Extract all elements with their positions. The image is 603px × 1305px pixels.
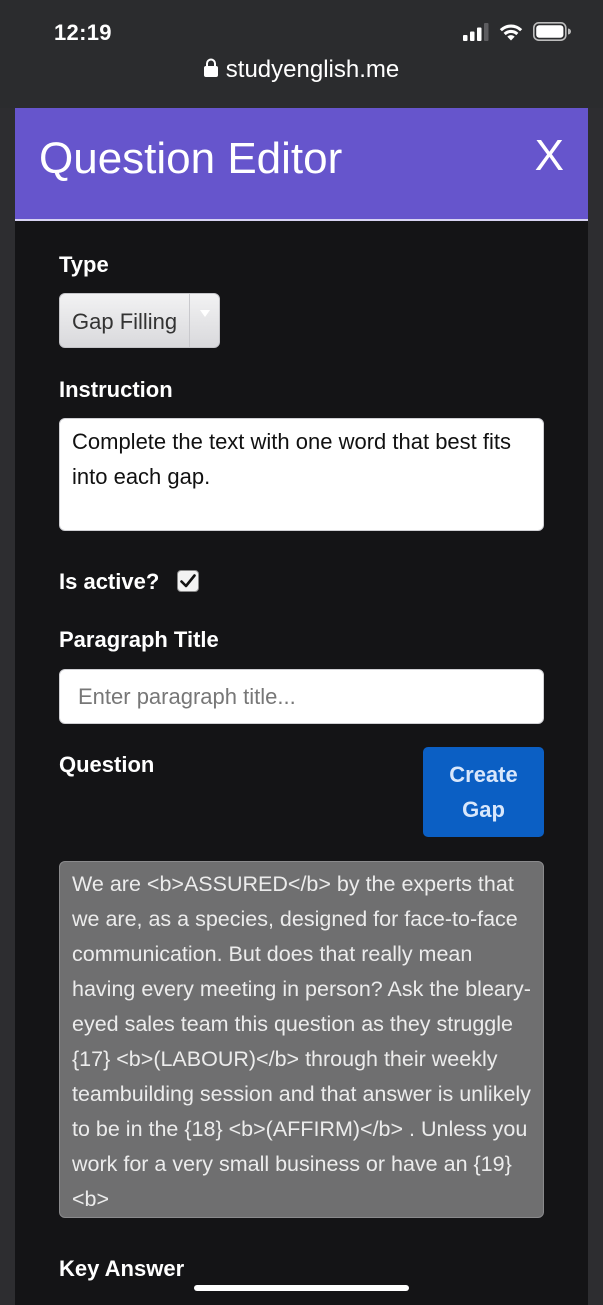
cellular-signal-icon [463, 22, 489, 46]
question-label: Question [59, 752, 155, 777]
battery-icon [533, 22, 571, 46]
create-gap-button[interactable]: Create Gap [423, 747, 544, 837]
status-bar: 12:19 studyenglish.me [0, 0, 603, 108]
chevron-down-icon [189, 294, 219, 347]
paragraph-title-label: Paragraph Title [59, 627, 219, 652]
lock-icon [203, 56, 218, 84]
key-answer-label: Key Answer [59, 1256, 185, 1281]
status-icons [463, 22, 571, 46]
status-time: 12:19 [54, 20, 112, 45]
is-active-label: Is active? [59, 569, 160, 594]
home-indicator [194, 1285, 409, 1291]
type-select-value: Gap Filling [72, 309, 178, 334]
is-active-checkbox[interactable] [177, 570, 199, 592]
url-text: studyenglish.me [225, 56, 400, 83]
instruction-textarea[interactable]: Complete the text with one word that bes… [59, 418, 544, 531]
question-textarea[interactable]: We are <b>ASSURED</b> by the experts tha… [59, 861, 544, 1218]
wifi-icon [498, 22, 524, 46]
instruction-label: Instruction [59, 377, 173, 402]
close-button[interactable]: X [535, 134, 564, 178]
type-label: Type [59, 252, 109, 277]
question-editor-modal: Question Editor X Type Gap Filling Instr… [15, 108, 588, 1305]
modal-header: Question Editor X [15, 108, 588, 221]
checkmark-icon [180, 574, 196, 588]
modal-title: Question Editor [39, 134, 343, 183]
paragraph-title-input[interactable] [59, 669, 544, 724]
type-select[interactable]: Gap Filling [59, 293, 220, 348]
address-bar[interactable]: studyenglish.me [0, 56, 603, 84]
